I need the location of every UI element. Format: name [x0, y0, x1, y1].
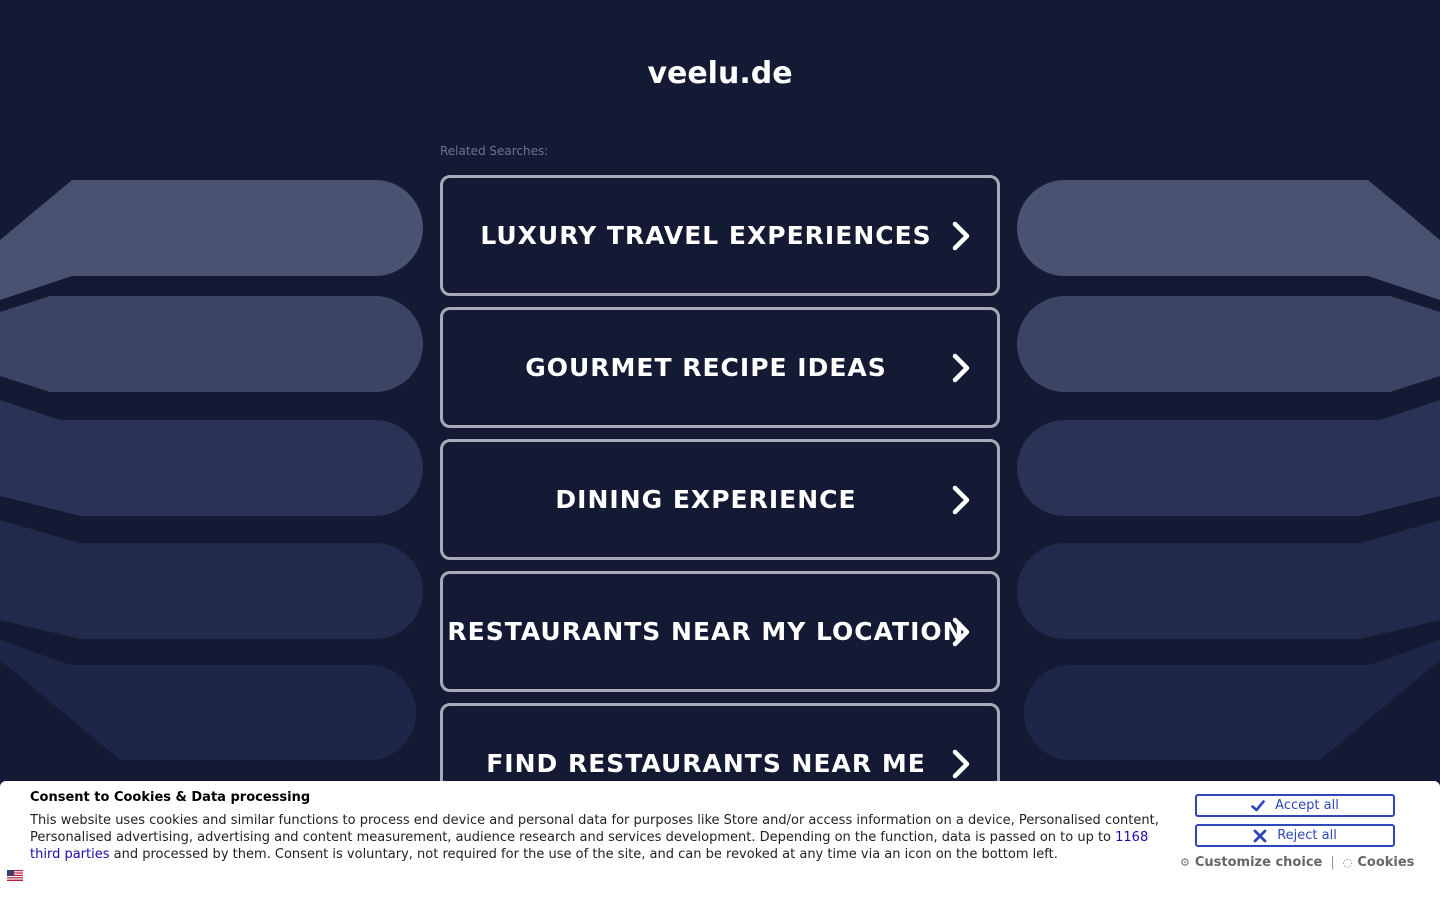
gear-icon: ⚙ [1180, 856, 1190, 869]
chevron-right-icon [952, 749, 970, 778]
search-link-label: RESTAURANTS NEAR MY LOCATION [447, 617, 965, 646]
consent-text-part: and processed by them. Consent is volunt… [109, 847, 1058, 862]
cookie-icon: ◌ [1342, 856, 1353, 869]
customize-choice-link[interactable]: ⚙ Customize choice [1180, 855, 1322, 870]
consent-links: ⚙ Customize choice | ◌ Cookies [1180, 855, 1420, 870]
search-link-dining-experience[interactable]: DINING EXPERIENCE [440, 439, 1000, 560]
site-title: veelu.de [647, 56, 793, 91]
search-link-gourmet-recipes[interactable]: GOURMET RECIPE IDEAS [440, 307, 1000, 428]
chevron-right-icon [952, 221, 970, 250]
search-link-restaurants-near-location[interactable]: RESTAURANTS NEAR MY LOCATION [440, 571, 1000, 692]
search-link-luxury-travel[interactable]: LUXURY TRAVEL EXPERIENCES [440, 175, 1000, 296]
related-searches-label: Related Searches: [440, 144, 549, 158]
reject-all-label: Reject all [1277, 828, 1337, 843]
consent-text: This website uses cookies and similar fu… [30, 812, 1165, 863]
close-icon [1253, 829, 1267, 842]
related-searches-list: LUXURY TRAVEL EXPERIENCES GOURMET RECIPE… [440, 175, 1000, 835]
check-icon [1251, 799, 1265, 811]
link-separator: | [1330, 855, 1335, 870]
reject-all-button[interactable]: Reject all [1195, 824, 1395, 847]
chevron-right-icon [952, 617, 970, 646]
customize-choice-label: Customize choice [1194, 855, 1323, 870]
consent-text-part: This website uses cookies and similar fu… [30, 813, 1159, 845]
chevron-right-icon [952, 485, 970, 514]
search-link-label: FIND RESTAURANTS NEAR ME [486, 749, 926, 778]
search-link-label: DINING EXPERIENCE [555, 485, 857, 514]
search-link-label: GOURMET RECIPE IDEAS [525, 353, 887, 382]
consent-title: Consent to Cookies & Data processing [30, 790, 311, 805]
page: veelu.de Related Searches: LUXURY TRAVEL… [0, 0, 1440, 900]
accept-all-button[interactable]: Accept all [1195, 794, 1395, 817]
chevron-right-icon [952, 353, 970, 382]
accept-all-label: Accept all [1275, 798, 1339, 813]
cookie-consent-banner: Consent to Cookies & Data processing Thi… [0, 781, 1440, 900]
cookies-link[interactable]: ◌ Cookies [1343, 855, 1415, 870]
cookies-label: Cookies [1357, 855, 1415, 870]
uk-flag-icon[interactable] [7, 870, 23, 881]
search-link-label: LUXURY TRAVEL EXPERIENCES [480, 221, 932, 250]
